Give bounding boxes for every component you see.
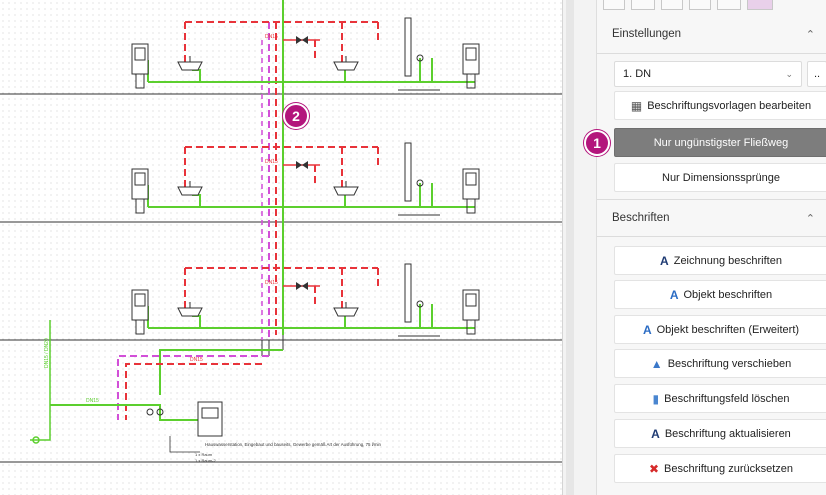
drawing-canvas[interactable]: DN15 DN15 DN15 Hauswasserstation, Eingeb… xyxy=(0,0,562,495)
template-edit-icon: ▦ xyxy=(630,98,643,113)
divider xyxy=(597,236,826,237)
risers xyxy=(261,0,284,340)
toolbar-tab[interactable] xyxy=(717,0,741,10)
label-section-header[interactable]: Beschriften ⌃ xyxy=(597,198,826,238)
riser-label: DN15 / DN20 xyxy=(44,338,50,368)
toolbar-tab[interactable] xyxy=(689,0,711,10)
label-object-icon: A xyxy=(669,287,679,302)
floor-group-3 xyxy=(131,263,480,337)
label-object-button[interactable]: A Objekt beschriften xyxy=(614,280,826,309)
update-label-button[interactable]: A Beschriftung aktualisieren xyxy=(614,419,826,448)
station-legend: Hauswasserstation, Eingebaut und bauseit… xyxy=(205,442,382,447)
label-object-advanced-icon: A xyxy=(642,322,652,337)
chevron-up-icon[interactable]: ⌃ xyxy=(806,28,815,41)
dn-label: DN15 xyxy=(86,398,99,404)
reset-x-icon: ✖ xyxy=(648,461,660,476)
dn-select-value: 1. DN xyxy=(623,68,652,80)
label-object-advanced-button[interactable]: A Objekt beschriften (Erweitert) xyxy=(614,315,826,344)
dimension-jumps-button[interactable]: Nur Dimensionssprünge xyxy=(614,163,826,192)
svg-text:DN15: DN15 xyxy=(190,357,203,363)
dn-select[interactable]: 1. DN ⌄ xyxy=(614,61,802,87)
label-title: Beschriften xyxy=(612,212,670,224)
floor-group: DN15 xyxy=(131,17,480,91)
toolbar-tab[interactable] xyxy=(661,0,683,10)
refresh-label-icon: A xyxy=(651,426,660,441)
toolbar-tab[interactable] xyxy=(603,0,625,10)
toolbar-tab-active[interactable] xyxy=(747,0,773,10)
scrollbar[interactable] xyxy=(566,0,574,495)
label-drawing-button[interactable]: A Zeichnung beschriften xyxy=(614,246,826,275)
delete-label-field-button[interactable]: ▮ Beschriftungsfeld löschen xyxy=(614,384,826,413)
floor-lines xyxy=(0,93,562,463)
move-label-icon: ▲ xyxy=(650,356,663,371)
edit-label-templates-button[interactable]: ▦ Beschriftungsvorlagen bearbeiten xyxy=(614,91,826,120)
svg-text:1 x Raum: 1 x Raum xyxy=(195,452,213,457)
svg-text:1 x Raum-2: 1 x Raum-2 xyxy=(195,458,216,463)
settings-section-header[interactable]: Einstellungen ⌃ xyxy=(597,14,826,54)
toolbar-tabs xyxy=(597,0,826,12)
callout-2: 2 xyxy=(283,103,309,129)
divider xyxy=(597,53,826,54)
eraser-icon: ▮ xyxy=(652,391,660,406)
label-drawing-icon: A xyxy=(660,253,669,268)
worst-flow-path-button[interactable]: Nur ungünstigster Fließweg xyxy=(614,128,826,157)
plumbing-schematic: DN15 DN15 DN15 Hauswasserstation, Eingeb… xyxy=(0,0,562,463)
reset-label-button[interactable]: ✖ Beschriftung zurücksetzen xyxy=(614,454,826,483)
settings-title: Einstellungen xyxy=(612,28,682,40)
move-label-button[interactable]: ▲ Beschriftung verschieben xyxy=(614,349,826,378)
chevron-up-icon[interactable]: ⌃ xyxy=(806,212,815,225)
svg-text:DN15: DN15 xyxy=(265,34,278,40)
callout-1: 1 xyxy=(584,130,610,156)
more-button[interactable]: .. xyxy=(807,61,826,87)
toolbar-tab[interactable] xyxy=(631,0,655,10)
chevron-down-icon: ⌄ xyxy=(785,68,793,79)
floor-group-2 xyxy=(131,142,480,216)
properties-panel: Einstellungen ⌃ 1. DN ⌄ .. ▦ Beschriftun… xyxy=(596,0,826,495)
